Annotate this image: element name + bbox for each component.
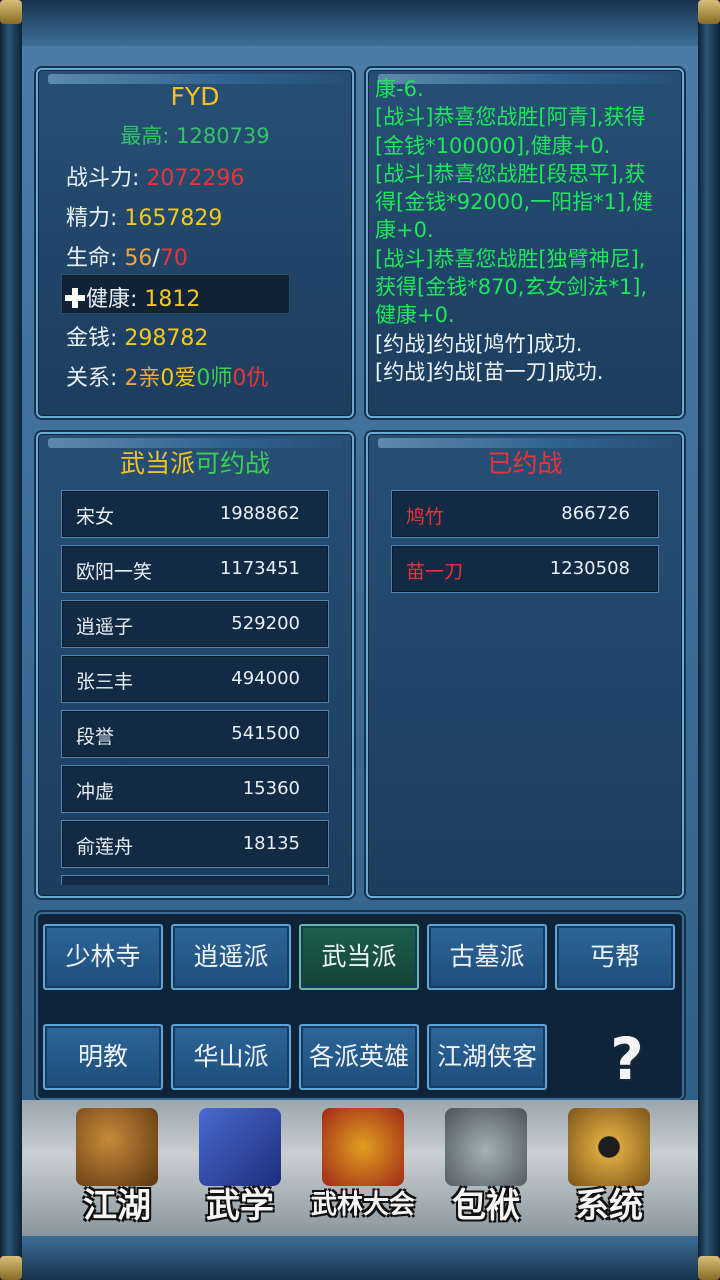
log-line: 康+0. [375,218,434,243]
log-line: [战斗]恭喜您战胜[独臂神尼], [375,246,646,271]
list-item[interactable]: 段誉 541500 [61,710,329,758]
stat-life: 生命: 56/70 [66,246,188,271]
school-button[interactable]: 华山派 [171,1024,291,1090]
nav-xitong[interactable]: 系统 [550,1104,668,1232]
list-item-partial [61,875,329,885]
fighter-name: 宋女 [76,506,115,528]
best-value: 1280739 [176,124,270,148]
stat-health[interactable]: 健康: 1812 [64,281,200,313]
battle-log: 康-6. [战斗]恭喜您战胜[阿青],获得 [金钱*100000],健康+0. [战斗… [375,75,675,386]
stat-combat-power: 战斗力: 2072296 [66,166,245,191]
log-line: [战斗]恭喜您战胜[阿青],获得 [375,105,646,130]
relation-enemy: 0仇 [232,366,269,391]
fighter-power: 18135 [242,833,300,854]
list-item[interactable]: 鸠竹 866726 [391,490,659,538]
stat-relations: 关系: 2亲0爱0师0仇 [66,366,269,391]
list-item[interactable]: 宋女 1988862 [61,490,329,538]
bottom-border [22,1236,698,1280]
log-line: [约战]约战[苗一刀]成功. [375,359,604,384]
school-button[interactable]: 武当派 [299,924,419,990]
list-item[interactable]: 欧阳一笑 1173451 [61,545,329,593]
drum-icon [322,1108,404,1186]
fighter-power: 15360 [242,778,300,799]
energy-value: 1657829 [124,206,223,231]
nav-wuxue[interactable]: 武学 [181,1104,299,1232]
school-button[interactable]: 各派英雄 [299,1024,419,1090]
player-name: FYD [170,82,220,111]
fighter-name: 苗一刀 [406,561,464,583]
nav-label: 江湖 [83,1186,151,1226]
best-power: 最高: 1280739 [36,120,354,150]
fighter-power: 1988862 [219,503,300,524]
best-label: 最高: [120,124,170,148]
fighter-power: 541500 [231,723,300,744]
fighter-name: 俞莲舟 [76,836,134,858]
fighter-power: 494000 [231,668,300,689]
fighter-power: 1230508 [549,558,630,579]
school-button[interactable]: 古墓派 [427,924,547,990]
bag-icon [445,1108,527,1186]
health-value: 1812 [144,287,201,312]
log-line: [金钱*100000],健康+0. [375,133,611,158]
fighter-name: 欧阳一笑 [76,561,153,583]
challengeable-title: 武当派可约战 [119,449,271,478]
help-button[interactable]: ? [604,1026,650,1092]
fighter-name: 逍遥子 [76,616,134,638]
money-value: 298782 [124,326,209,351]
log-line: 得[金钱*92000,一阳指*1],健 [375,190,653,215]
nav-wulindahui[interactable]: 武林大会 [304,1104,422,1232]
combat-power-value: 2072296 [146,166,245,191]
log-line: 获得[金钱*870,玄女剑法*1], [375,275,648,300]
fighter-power: 866726 [561,503,630,524]
nav-baofu[interactable]: 包袱 [427,1104,545,1232]
fighter-power: 529200 [231,613,300,634]
stat-money: 金钱: 298782 [66,326,209,351]
nav-label: 武林大会 [310,1190,415,1220]
plus-icon [65,288,85,308]
relation-master: 0师 [196,366,233,391]
relation-love: 0爱 [160,366,197,391]
school-button[interactable]: 丐帮 [555,924,675,990]
gear-icon [568,1108,650,1186]
book-icon [199,1108,281,1186]
nav-jianghu[interactable]: 江湖 [58,1104,176,1232]
fighter-name: 鸠竹 [406,506,445,528]
school-button[interactable]: 明教 [43,1024,163,1090]
nav-label: 系统 [575,1186,643,1226]
list-item[interactable]: 逍遥子 529200 [61,600,329,648]
log-line: 健康+0. [375,303,455,328]
list-item[interactable]: 苗一刀 1230508 [391,545,659,593]
log-line: 康-6. [375,77,424,101]
life-current: 56 [124,246,153,271]
fighter-name: 冲虚 [76,781,115,803]
fighter-name: 段誉 [76,726,115,748]
school-button[interactable]: 少林寺 [43,924,163,990]
gourd-hat-icon [76,1108,158,1186]
stat-energy: 精力: 1657829 [66,206,223,231]
relation-kin: 2亲 [124,366,161,391]
fighter-power: 1173451 [219,558,300,579]
nav-label: 包袱 [452,1186,520,1226]
list-item[interactable]: 冲虚 15360 [61,765,329,813]
right-scroll-rod [698,0,720,1280]
top-border [22,0,698,46]
fighter-name: 张三丰 [76,671,134,693]
list-item[interactable]: 俞莲舟 18135 [61,820,329,868]
nav-label: 武学 [206,1186,274,1226]
left-scroll-rod [0,0,22,1280]
life-max: 70 [159,246,188,271]
list-item[interactable]: 张三丰 494000 [61,655,329,703]
school-button[interactable]: 逍遥派 [171,924,291,990]
challenged-title: 已约战 [487,449,563,478]
log-line: [约战]约战[鸠竹]成功. [375,331,583,356]
school-button[interactable]: 江湖侠客 [427,1024,547,1090]
log-line: [战斗]恭喜您战胜[段思平],获 [375,161,646,186]
